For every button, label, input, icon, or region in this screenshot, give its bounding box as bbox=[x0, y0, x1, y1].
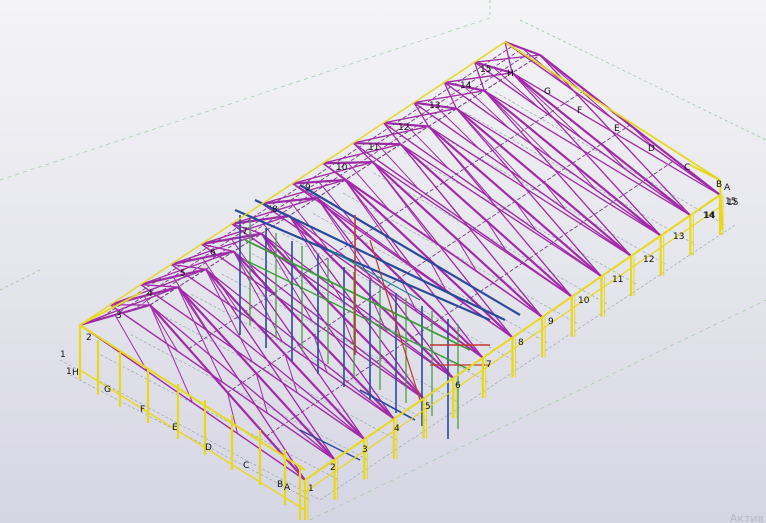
construction-line bbox=[309, 299, 766, 521]
grid-label-number: 6 bbox=[210, 248, 216, 258]
grid-label-letter: D bbox=[648, 144, 655, 154]
grid-label-number: 3 bbox=[116, 311, 122, 321]
grid-label-letter: C bbox=[684, 163, 690, 173]
roof-purlin bbox=[227, 124, 631, 393]
grid-label-letter: G bbox=[544, 87, 551, 97]
grid-label-number: 8 bbox=[518, 338, 524, 348]
grid-label-letter: B bbox=[716, 180, 722, 190]
grid-label-letter: G bbox=[104, 385, 111, 395]
roof-bracing bbox=[511, 72, 662, 237]
grid-label-number: 10 bbox=[336, 163, 348, 173]
grid-label-number: 11 bbox=[612, 275, 623, 285]
construction-line bbox=[0, 17, 491, 181]
grid-label-letter: B bbox=[277, 480, 283, 490]
grid-label-number: 4 bbox=[394, 424, 400, 434]
truss-bottom-chord bbox=[612, 117, 721, 196]
roof-bracing bbox=[428, 125, 632, 257]
truss-web bbox=[172, 276, 209, 332]
end-wall-beam bbox=[79, 324, 306, 471]
grid-label-letter: A bbox=[284, 483, 291, 493]
frame-beam bbox=[244, 239, 471, 351]
truss-bottom-chord bbox=[292, 182, 403, 262]
grid-label-number: 1 bbox=[60, 350, 66, 360]
grid-label-number: 13 bbox=[429, 101, 440, 111]
grid-label-letter: F bbox=[140, 405, 145, 415]
grid-label-number: 12 bbox=[643, 255, 654, 265]
grid-label-letter: C bbox=[243, 461, 249, 471]
grid-label-number: 14 bbox=[460, 81, 472, 91]
grid-label-number: 1 bbox=[66, 367, 72, 377]
grid-label-letter: A bbox=[724, 183, 731, 193]
truss-bottom-chord bbox=[252, 361, 365, 440]
grid-label-number: 15 bbox=[480, 65, 491, 75]
grid-label-letter: F bbox=[577, 106, 582, 116]
frame-beam bbox=[244, 259, 471, 371]
activation-watermark: Актив bbox=[729, 512, 764, 523]
grid-label-number: 14 bbox=[704, 211, 716, 221]
grid-label-letter: E bbox=[614, 124, 620, 134]
grid-label-letter: H bbox=[72, 368, 79, 378]
truss-bottom-chord bbox=[522, 178, 632, 257]
eave-beam bbox=[304, 194, 721, 481]
roof-bracing bbox=[322, 143, 401, 164]
grid-label-number: 9 bbox=[548, 317, 554, 327]
grid-label-number: 6 bbox=[455, 381, 461, 391]
grid-label-number: 7 bbox=[486, 360, 492, 370]
grid-label-number: 2 bbox=[330, 463, 336, 473]
grid-label-number: 10 bbox=[578, 296, 590, 306]
grid-label-number: 5 bbox=[180, 269, 186, 279]
truss-bottom-chord bbox=[552, 158, 662, 237]
grid-label-number: 7 bbox=[242, 227, 248, 237]
grid-label-number: 5 bbox=[425, 402, 431, 412]
truss-web bbox=[376, 143, 420, 190]
roof-bracing bbox=[344, 179, 484, 359]
grid-label-number: 13 bbox=[673, 232, 684, 242]
roof-bracing bbox=[372, 161, 514, 338]
roof-bracing bbox=[455, 108, 602, 277]
grid-label-number: 15 bbox=[727, 198, 738, 208]
grid-label-number: 8 bbox=[272, 205, 278, 215]
grid-label-letter: D bbox=[205, 443, 212, 453]
grid-label-number: 3 bbox=[362, 445, 368, 455]
grid-label-number: 9 bbox=[305, 183, 311, 193]
model-viewport[interactable]: H G F E D C B A 1 1 1 2 3 4 5 6 7 8 9 10 11 12 13 14 15 2 3 4 5 6 7 8 9 1… bbox=[0, 0, 766, 523]
roof-bracing bbox=[483, 90, 691, 216]
grid-label-letter: E bbox=[172, 423, 178, 433]
grid-label-number: 2 bbox=[86, 333, 92, 343]
construction-line bbox=[0, 269, 41, 291]
grid-label-letter: H bbox=[507, 69, 514, 79]
roof-bracing bbox=[170, 232, 262, 265]
frame-beam bbox=[359, 389, 416, 421]
frame-beam bbox=[234, 208, 491, 322]
grid-label-number: 12 bbox=[398, 123, 409, 133]
grid-label-number: 11 bbox=[368, 143, 379, 153]
grid-label-number: 1 bbox=[308, 484, 314, 494]
model-3d-view[interactable]: HGFEDCB A11123456789101112131415234567891… bbox=[0, 0, 766, 523]
grid-label-number: 4 bbox=[147, 289, 153, 299]
truss-web bbox=[600, 143, 627, 170]
